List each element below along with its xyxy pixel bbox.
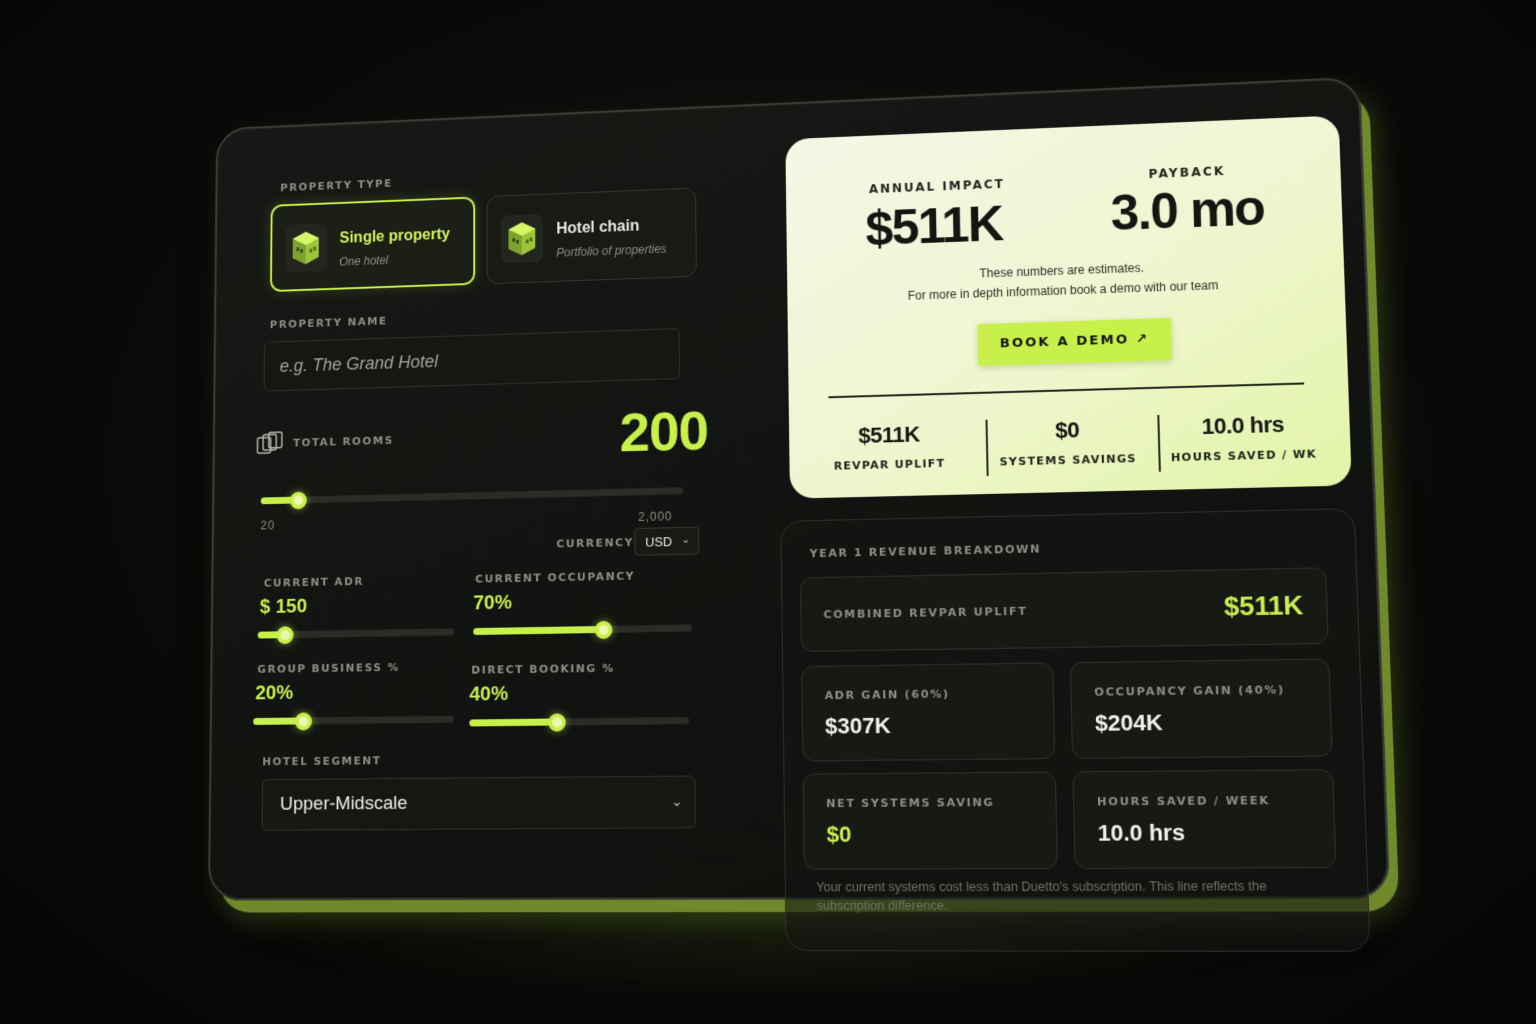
- slider-handle[interactable]: [294, 711, 312, 730]
- net-systems-saving-box: NET SYSTEMS SAVING $0: [802, 771, 1059, 870]
- property-type-single-card[interactable]: Single property One hotel: [270, 196, 476, 293]
- card-subtitle: Portfolio of properties: [556, 241, 667, 260]
- direct-booking-label: DIRECT BOOKING %: [471, 661, 615, 677]
- property-name-label: PROPERTY NAME: [269, 314, 388, 332]
- divider: [828, 382, 1305, 398]
- adr-gain-box: ADR GAIN (60%) $307K: [801, 662, 1056, 762]
- occupancy-slider[interactable]: [473, 620, 693, 639]
- total-rooms-label: TOTAL ROOMS: [293, 434, 394, 450]
- total-rooms-slider[interactable]: [260, 487, 684, 509]
- calculator-screen: PROPERTY TYPE Single property One hotel …: [229, 99, 1371, 952]
- hotel-segment-label: HOTEL SEGMENT: [262, 754, 382, 769]
- payback-label: PAYBACK: [1148, 163, 1226, 181]
- building-icon: [285, 223, 327, 273]
- rooms-min-label: 20: [260, 518, 276, 533]
- slider-handle[interactable]: [289, 491, 307, 509]
- rooms-icon: [256, 431, 288, 457]
- revenue-breakdown-panel: YEAR 1 REVENUE BREAKDOWN COMBINED REVPAR…: [780, 507, 1371, 952]
- card-subtitle: One hotel: [339, 253, 389, 269]
- book-demo-button[interactable]: BOOK A DEMO ↗: [977, 317, 1173, 366]
- adr-label: CURRENT ADR: [263, 575, 364, 590]
- systems-savings-stat: $0 SYSTEMS SAVINGS: [985, 415, 1150, 469]
- box-label: OCCUPANCY GAIN (40%): [1094, 683, 1286, 699]
- group-business-slider[interactable]: [253, 711, 454, 730]
- box-value: 10.0 hrs: [1097, 819, 1186, 846]
- occupancy-value: 70%: [473, 591, 512, 615]
- tablet-device: PROPERTY TYPE Single property One hotel …: [207, 76, 1391, 952]
- breakdown-footnote: Your current systems cost less than Duet…: [816, 878, 1267, 914]
- slider-handle[interactable]: [595, 620, 613, 639]
- box-label: NET SYSTEMS SAVING: [826, 795, 995, 811]
- rooms-max-label: 2,000: [638, 509, 673, 524]
- slider-handle[interactable]: [276, 625, 294, 644]
- revpar-uplift-stat: $511K REVPAR UPLIFT: [809, 420, 970, 473]
- group-business-label: GROUP BUSINESS %: [257, 660, 400, 676]
- chevron-down-icon: ⌄: [681, 533, 691, 546]
- currency-select[interactable]: USD ⌄: [634, 526, 700, 556]
- stat-value: $0: [1054, 417, 1080, 443]
- property-type-chain-card[interactable]: Hotel chain Portfolio of properties: [486, 187, 697, 285]
- property-type-label: PROPERTY TYPE: [280, 177, 393, 195]
- stat-value: 10.0 hrs: [1201, 411, 1285, 440]
- hotel-segment-value: Upper-Midscale: [279, 792, 408, 815]
- box-label: ADR GAIN (60%): [824, 687, 950, 703]
- stat-label: REVPAR UPLIFT: [833, 456, 946, 473]
- slider-fill: [473, 625, 604, 636]
- adr-value: $ 150: [259, 595, 308, 618]
- group-business-value: 20%: [255, 682, 294, 705]
- payback-value: 3.0 mo: [1110, 179, 1266, 242]
- currency-value: USD: [645, 534, 673, 550]
- combined-revpar-label: COMBINED REVPAR UPLIFT: [823, 604, 1028, 622]
- combined-revpar-row: COMBINED REVPAR UPLIFT $511K: [799, 567, 1329, 652]
- card-title: Hotel chain: [556, 217, 640, 238]
- stat-label: SYSTEMS SAVINGS: [999, 451, 1137, 469]
- occupancy-label: CURRENT OCCUPANCY: [475, 569, 636, 586]
- hours-saved-stat: 10.0 hrs HOURS SAVED / WK: [1159, 410, 1327, 465]
- occupancy-gain-box: OCCUPANCY GAIN (40%) $204K: [1069, 658, 1333, 759]
- currency-label: CURRENCY: [556, 535, 634, 551]
- stat-label: HOURS SAVED / WK: [1170, 447, 1318, 465]
- property-name-input[interactable]: [263, 328, 681, 392]
- direct-booking-value: 40%: [469, 683, 509, 706]
- direct-booking-slider[interactable]: [469, 712, 690, 732]
- box-label: HOURS SAVED / WEEK: [1096, 793, 1271, 809]
- annual-impact-card: ANNUAL IMPACT $511K PAYBACK 3.0 mo These…: [785, 115, 1352, 499]
- box-value: $204K: [1094, 709, 1163, 736]
- card-title: Single property: [339, 226, 450, 247]
- box-value: $0: [826, 821, 852, 848]
- chevron-down-icon: ⌄: [670, 792, 683, 810]
- box-value: $307K: [824, 712, 891, 739]
- total-rooms-value: 200: [619, 398, 709, 464]
- inputs-panel: PROPERTY TYPE Single property One hotel …: [248, 145, 756, 863]
- stat-value: $511K: [858, 421, 920, 449]
- slider-fill: [469, 718, 557, 727]
- building-icon: [500, 213, 543, 264]
- breakdown-title: YEAR 1 REVENUE BREAKDOWN: [809, 542, 1042, 561]
- annual-impact-label: ANNUAL IMPACT: [868, 176, 1006, 197]
- annual-impact-value: $511K: [865, 195, 1004, 256]
- hours-saved-box: HOURS SAVED / WEEK 10.0 hrs: [1072, 769, 1337, 869]
- adr-slider[interactable]: [257, 625, 454, 644]
- combined-revpar-value: $511K: [1223, 589, 1304, 622]
- slider-handle[interactable]: [547, 712, 566, 732]
- hotel-segment-select[interactable]: Upper-Midscale ⌄: [261, 775, 696, 831]
